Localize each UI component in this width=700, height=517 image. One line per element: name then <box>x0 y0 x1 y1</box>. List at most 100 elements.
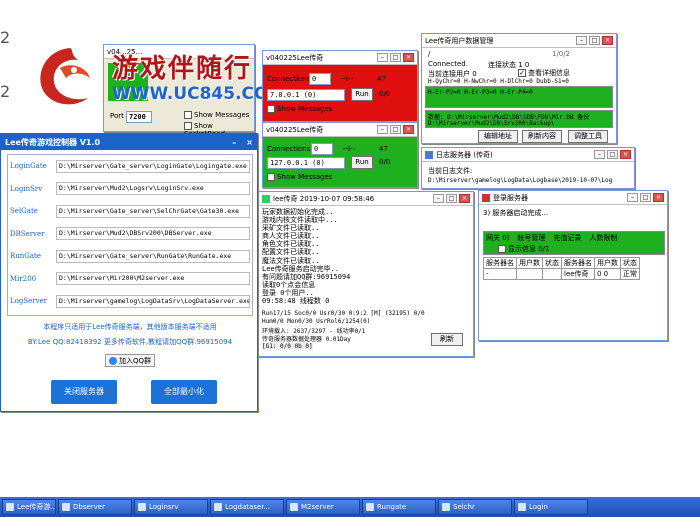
show-info-option[interactable]: 显示信息 0/1 <box>498 244 550 254</box>
title-bar[interactable]: v040225Lee传奇 – □ × <box>263 51 417 65</box>
taskbar-item[interactable]: Logdataser... <box>210 499 284 515</box>
close-icon[interactable]: × <box>620 150 631 159</box>
taskbar-label: M2server <box>301 503 334 511</box>
log-line: 09:58:48 线程数 0 <box>262 297 330 306</box>
ip-select[interactable]: 127.0.0.1 (0) <box>267 157 345 169</box>
window-title: Lee传奇游戏控制器 V1.0 <box>5 137 101 147</box>
path-input[interactable]: D:\Mirserver\Mir200\M2server.exe <box>56 272 250 285</box>
minimize-icon[interactable]: – <box>232 138 236 147</box>
show-messages-option[interactable]: Show Messages <box>267 105 332 113</box>
path-input[interactable]: D:\Mirserver\Mud2\Logsrv\LoginSrv.exe <box>56 182 250 195</box>
minimize-icon[interactable]: – <box>433 194 444 203</box>
taskbar-item[interactable]: Lee传奇游... <box>2 499 56 515</box>
gate-window-green[interactable]: v040225Lee传奇 – □ × Connections: 0 --I-- 47… <box>262 122 418 188</box>
checkbox[interactable] <box>267 173 275 181</box>
title-bar[interactable]: 登录服务器 – □ × <box>479 191 667 205</box>
gate-window-red[interactable]: v040225Lee传奇 – □ × Connections: 0 --I-- 47… <box>262 50 418 122</box>
connections-field: 0 <box>311 143 333 155</box>
log-line: 游戏内核文件读取中... <box>262 216 338 225</box>
title-bar[interactable]: Lee传奇游戏控制器 V1.0 – × <box>1 134 257 150</box>
tab-account[interactable]: 帐号管理 <box>517 233 545 243</box>
stat-line: Run17/15 Soc0/0 Usr0/30 0:9:2 [M] (32195… <box>262 310 425 317</box>
maximize-icon[interactable]: □ <box>589 36 600 45</box>
adjust-tools-button[interactable]: 调整工具 <box>568 130 608 143</box>
join-qq-group-button[interactable]: 加入QQ群 <box>105 354 156 367</box>
path-input[interactable]: D:\Mirserver\Gate_server\SelChrGate\Gate… <box>56 204 250 218</box>
checkbox[interactable] <box>184 111 192 119</box>
user-data-window[interactable]: Lee传奇用户数据管理 – □ × / 1/0/2 Connected. 连接状态 … <box>421 33 617 144</box>
path-list: LoginGate D:\Mirserver\Gate_server\LoginG… <box>7 154 253 316</box>
path-input[interactable]: D:\Mirserver\gamelog\LogDataSrv\LogDataS… <box>56 294 250 308</box>
refresh-content-button[interactable]: 刷新内容 <box>522 130 562 143</box>
taskbar-item[interactable]: Login <box>514 499 588 515</box>
minimize-icon[interactable]: – <box>576 36 587 45</box>
path-row: DBServer D:\Mirserver\Mud2\DBSrv200\DBSer… <box>10 227 250 241</box>
count-label: 47 <box>377 75 386 83</box>
close-icon[interactable]: × <box>246 138 253 147</box>
path-input[interactable]: D:\Mirserver\Gate_server\RunGate\RunGate… <box>56 249 250 263</box>
show-messages-option[interactable]: Show Messages <box>184 111 249 119</box>
close-icon[interactable]: × <box>459 194 470 203</box>
title-bar[interactable]: lee传奇 2019-10-07 09:58:46 – □ × <box>259 192 473 206</box>
checkbox-label: Show Messages <box>194 111 250 119</box>
title-bar[interactable]: v040225Lee传奇 – □ × <box>263 123 417 137</box>
checkbox[interactable] <box>498 245 506 253</box>
taskbar-item[interactable]: Selchr <box>438 499 512 515</box>
controller-window[interactable]: Lee传奇游戏控制器 V1.0 – × LoginGate D:\Mirserve… <box>0 133 258 412</box>
window-title: v040225Lee传奇 <box>266 53 324 62</box>
log-server-window[interactable]: 日志服务器 (传奇) – □ × 当前日志文件: D:\Mirserver\game… <box>421 147 635 189</box>
minimize-icon[interactable]: – <box>627 193 638 202</box>
tab-gateway[interactable]: 网关 0) <box>486 233 509 243</box>
taskbar-item[interactable]: Dbserver <box>58 499 132 515</box>
log-path: D:\Mirserver\gamelog\LogData\Logbase\201… <box>428 177 613 184</box>
maximize-icon[interactable]: □ <box>640 193 651 202</box>
ip-select[interactable]: 7.0.0.1 (0) <box>267 89 345 101</box>
maximize-icon[interactable]: □ <box>390 125 401 134</box>
table-cell: - <box>483 268 517 280</box>
minimize-icon[interactable]: – <box>594 150 605 159</box>
minimize-all-button[interactable]: 全部最小化 <box>151 380 217 404</box>
login-server-window[interactable]: 登录服务器 – □ × 3) 服务器启动完成... 网关 0) 帐号管理 充值记录 … <box>478 190 668 341</box>
title-bar[interactable]: 日志服务器 (传奇) – □ × <box>422 148 634 162</box>
close-icon[interactable]: × <box>602 36 613 45</box>
path-input[interactable]: D:\Mirserver\Gate_server\LoginGate\Login… <box>56 159 250 173</box>
show-messages-option[interactable]: Show Messages <box>267 173 332 181</box>
maximize-icon[interactable]: □ <box>607 150 618 159</box>
server-log: 玩家数据初始化完成.. 游戏内核文件读取中... 采矿文件已读取.. 商人文件已读取.… <box>262 208 472 306</box>
run-button[interactable]: Run <box>351 88 373 101</box>
minimize-icon[interactable]: – <box>377 125 388 134</box>
qq-icon <box>109 356 117 365</box>
column-header: 服务器名 <box>483 257 517 269</box>
taskbar-item[interactable]: Loginsrv <box>134 499 208 515</box>
tab-limit[interactable]: 人数限制 <box>589 233 617 243</box>
close-server-button[interactable]: 关闭服务器 <box>51 380 117 404</box>
port-input[interactable]: 7200 <box>126 111 152 123</box>
taskbar-item[interactable]: M2server <box>286 499 360 515</box>
minimize-icon[interactable]: – <box>377 53 388 62</box>
close-icon[interactable]: × <box>403 53 414 62</box>
close-icon[interactable]: × <box>403 125 414 134</box>
refresh-button[interactable]: 刷新 <box>431 333 463 346</box>
run-button[interactable]: Run <box>351 156 373 169</box>
watermark-text: 游戏伴随行 <box>112 54 253 84</box>
title-bar[interactable]: Lee传奇用户数据管理 – □ × <box>422 34 616 48</box>
detail-checkbox-option[interactable]: 查看详细信息 <box>518 68 570 78</box>
app-icon <box>214 503 222 511</box>
checkbox[interactable] <box>184 122 192 130</box>
tab-recharge[interactable]: 充值记录 <box>553 233 581 243</box>
watermark-logo <box>30 40 110 112</box>
table-row[interactable]: - lee传奇 0 0 正常 <box>483 268 640 280</box>
checkbox-label: 查看详细信息 <box>528 69 570 77</box>
taskbar-label: Selchr <box>453 503 475 511</box>
maximize-icon[interactable]: □ <box>446 194 457 203</box>
checkbox[interactable] <box>518 69 526 77</box>
taskbar-item[interactable]: Rungate <box>362 499 436 515</box>
game-server-window[interactable]: lee传奇 2019-10-07 09:58:46 – □ × 玩家数据初始化完成.… <box>258 191 474 357</box>
path-input[interactable]: D:\Mirserver\Mud2\DBSrv200\DBServer.exe <box>56 227 250 240</box>
checkbox[interactable] <box>267 105 275 113</box>
edit-address-button[interactable]: 编辑地址 <box>478 130 518 143</box>
close-icon[interactable]: × <box>653 193 664 202</box>
maximize-icon[interactable]: □ <box>390 53 401 62</box>
log-line: 配置文件已读取.. <box>262 248 320 257</box>
server-table: 服务器名 用户数 状态 服务器名 用户数 状态 - lee传奇 0 0 正常 <box>483 257 640 280</box>
